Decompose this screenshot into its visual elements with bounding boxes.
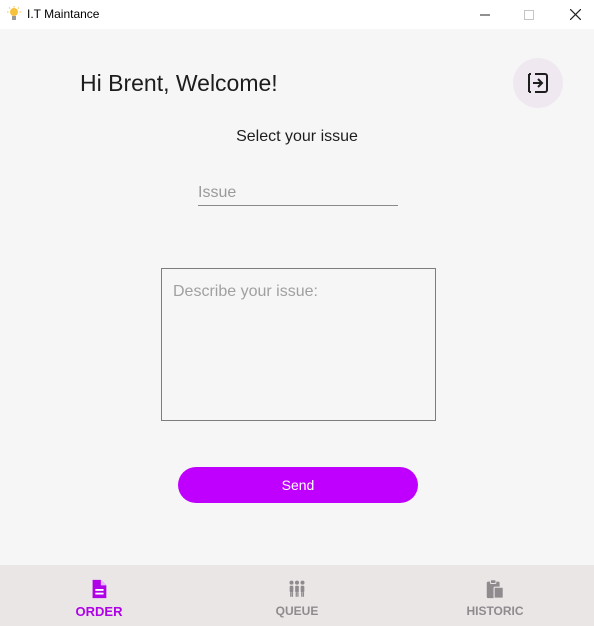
issue-field (198, 182, 398, 206)
nav-label-order: ORDER (75, 604, 123, 619)
lightbulb-icon (6, 6, 22, 22)
people-queue-icon (289, 580, 305, 597)
nav-item-order[interactable]: ORDER (0, 565, 198, 626)
welcome-heading: Hi Brent, Welcome! (80, 70, 278, 96)
send-button[interactable]: Send (178, 467, 418, 503)
select-issue-label: Select your issue (236, 128, 358, 145)
clipboard-icon (486, 579, 504, 599)
bottom-navigation: ORDER QUEUE HISTORIC (0, 565, 594, 626)
app-window: I.T Maintance Hi Brent, Welcome! Select … (0, 0, 594, 626)
minimize-button[interactable] (462, 0, 508, 29)
description-textarea[interactable] (162, 269, 435, 420)
minimize-icon (480, 14, 490, 15)
title-bar: I.T Maintance (0, 0, 594, 29)
logout-icon (528, 73, 548, 93)
issue-input[interactable] (198, 182, 398, 204)
nav-item-historic[interactable]: HISTORIC (396, 565, 594, 626)
document-icon (92, 579, 107, 599)
description-box (161, 268, 436, 421)
nav-label-historic: HISTORIC (466, 604, 524, 618)
close-button[interactable] (552, 0, 594, 29)
maximize-button[interactable] (506, 0, 552, 29)
maximize-icon (524, 9, 534, 20)
window-title: I.T Maintance (27, 7, 100, 21)
nav-item-queue[interactable]: QUEUE (198, 565, 396, 626)
logout-button[interactable] (513, 58, 563, 108)
close-icon (569, 9, 581, 20)
nav-label-queue: QUEUE (275, 604, 319, 618)
